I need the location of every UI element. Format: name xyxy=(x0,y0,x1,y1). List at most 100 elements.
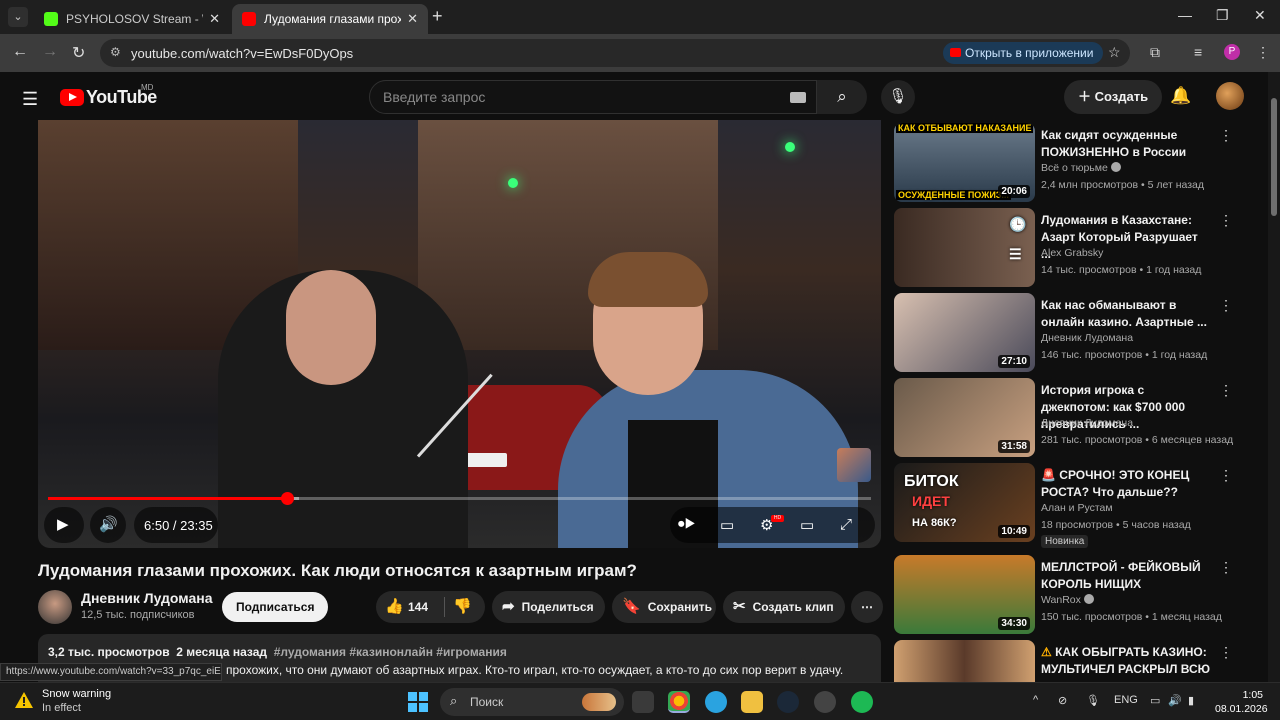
video-thumbnail[interactable]: 27:10 xyxy=(894,293,1035,372)
recommendation-item[interactable]: 27:10 Как нас обманывают в онлайн казино… xyxy=(894,293,1264,375)
scrollbar-thumb[interactable] xyxy=(1271,98,1277,216)
tab-search-menu-button[interactable]: ⌄ xyxy=(8,7,28,27)
recommendation-title[interactable]: МЕЛЛСТРОЙ - ФЕЙКОВЫЙ КОРОЛЬ НИЩИХ xyxy=(1041,559,1211,593)
more-options-icon[interactable]: ⋮ xyxy=(1219,382,1233,399)
create-button[interactable]: ＋ Создать xyxy=(1064,80,1163,114)
spotify-app-icon[interactable] xyxy=(851,691,873,713)
video-thumbnail[interactable] xyxy=(894,640,1035,682)
display-icon[interactable]: ▭ xyxy=(1150,694,1160,707)
recommendation-channel[interactable]: Дневник Лудомана xyxy=(1041,332,1133,344)
more-options-icon[interactable]: ⋮ xyxy=(1219,212,1233,229)
windows-start-button[interactable] xyxy=(408,692,428,712)
youtube-logo[interactable]: YouTube MD xyxy=(60,83,157,108)
file-explorer-icon[interactable] xyxy=(741,691,763,713)
reload-icon[interactable]: ↻ xyxy=(72,43,85,63)
account-avatar[interactable] xyxy=(1216,82,1244,110)
play-button[interactable]: ▶ xyxy=(44,507,84,543)
video-thumbnail[interactable]: БИТОК ИДЕТ НА 86К? 10:49 xyxy=(894,463,1035,542)
recommendation-channel[interactable]: Дневник Лудомана xyxy=(1041,417,1133,429)
volume-button[interactable]: 🔊 xyxy=(90,507,126,543)
media-controls-icon[interactable]: ≡ xyxy=(1194,44,1202,60)
video-thumbnail[interactable]: 31:58 xyxy=(894,378,1035,457)
language-indicator[interactable]: ENG xyxy=(1114,694,1138,706)
add-to-queue-icon[interactable]: ☰ xyxy=(1009,246,1022,263)
search-input[interactable]: Введите запрос xyxy=(369,80,817,114)
channel-watermark[interactable] xyxy=(837,448,871,482)
recommendation-title[interactable]: 🚨 СРОЧНО! ЭТО КОНЕЦ РОСТА? Что дальше?? xyxy=(1041,467,1211,501)
battery-icon[interactable]: ▮ xyxy=(1188,694,1194,707)
page-scrollbar[interactable] xyxy=(1268,72,1280,682)
hashtags[interactable]: #лудомания #казинонлайн #игромания xyxy=(274,645,507,659)
more-options-icon[interactable]: ⋮ xyxy=(1219,127,1233,144)
more-options-icon[interactable]: ⋮ xyxy=(1219,559,1233,576)
notifications-bell-icon[interactable]: 🔔 xyxy=(1170,86,1191,106)
browser-tab-2[interactable]: Лудомания глазами прохожих ✕ xyxy=(232,4,428,34)
volume-tray-icon[interactable]: 🔊 xyxy=(1168,694,1182,707)
new-tab-button[interactable]: + xyxy=(432,6,443,27)
watch-later-clock-icon[interactable]: 🕒 xyxy=(1009,216,1026,233)
autoplay-toggle-icon[interactable]: ⏺▶ xyxy=(678,516,696,532)
bookmark-star-icon[interactable]: ☆ xyxy=(1108,44,1121,61)
more-options-icon[interactable]: ⋮ xyxy=(1219,467,1233,484)
recommendation-channel[interactable]: Alex Grabsky xyxy=(1041,247,1103,259)
site-info-icon[interactable]: ⚙ xyxy=(110,45,121,59)
save-button[interactable]: 🔖 Сохранить xyxy=(612,591,716,623)
back-arrow-icon[interactable]: ← xyxy=(12,43,28,61)
microphone-tray-icon[interactable]: 🎙 xyxy=(1086,694,1100,707)
recommendation-item[interactable]: 31:58 История игрока с джекпотом: как $7… xyxy=(894,378,1264,460)
url-text[interactable]: youtube.com/watch?v=EwDsF0DyOps xyxy=(131,46,353,61)
video-thumbnail[interactable]: 34:30 xyxy=(894,555,1035,634)
fullscreen-icon[interactable]: ⤢ xyxy=(840,516,852,533)
recommendation-item[interactable]: ⚠ КАК ОБЫГРАТЬ КАЗИНО: МУЛЬТИЧЕЛ РАСКРЫЛ… xyxy=(894,640,1264,682)
browser-tab-1[interactable]: PSYHOLOSOV Stream - Watch L ✕ xyxy=(34,4,230,34)
menu-hamburger-icon[interactable]: ☰ xyxy=(22,89,38,110)
channel-avatar[interactable] xyxy=(38,590,72,624)
recommendation-title[interactable]: ⚠ КАК ОБЫГРАТЬ КАЗИНО: МУЛЬТИЧЕЛ РАСКРЫЛ… xyxy=(1041,644,1211,682)
subtitles-icon[interactable]: ▭ xyxy=(720,516,734,534)
recommendation-channel[interactable]: Всё о тюрьме xyxy=(1041,162,1121,174)
task-view-icon[interactable] xyxy=(632,691,654,713)
recommendation-item[interactable]: БИТОК ИДЕТ НА 86К? 10:49 🚨 СРОЧНО! ЭТО К… xyxy=(894,463,1264,548)
video-thumbnail[interactable]: 🕒 ☰ xyxy=(894,208,1035,287)
theater-mode-icon[interactable]: ▭ xyxy=(800,516,814,534)
system-clock[interactable]: 1:05 08.01.2026 xyxy=(1215,688,1268,716)
more-options-icon[interactable]: ⋮ xyxy=(1219,297,1233,314)
recommendation-item[interactable]: КАК ОТБЫВАЮТ НАКАЗАНИЕ ОСУЖДЕННЫЕ ПОЖИЗ.… xyxy=(894,123,1264,205)
recommendation-channel[interactable]: Алан и Рустам xyxy=(1041,502,1113,514)
steam-app-icon[interactable] xyxy=(777,691,799,713)
browser-menu-icon[interactable]: ⋮ xyxy=(1256,44,1270,61)
scrubber-knob[interactable] xyxy=(280,492,294,505)
minimize-window-button[interactable]: — xyxy=(1178,7,1192,23)
forward-arrow-icon[interactable]: → xyxy=(42,43,58,61)
like-button[interactable]: 👍 xyxy=(385,591,404,623)
share-button[interactable]: ➦ Поделиться xyxy=(492,591,605,623)
recommendation-item[interactable]: 🕒 ☰ Лудомания в Казахстане: Азарт Которы… xyxy=(894,208,1264,290)
chrome-app-icon[interactable] xyxy=(668,691,690,713)
recommendation-item[interactable]: 34:30 МЕЛЛСТРОЙ - ФЕЙКОВЫЙ КОРОЛЬ НИЩИХ … xyxy=(894,555,1264,637)
video-player[interactable]: ▶ 🔊 6:50 / 23:35 ⏺▶ ▭ ⚙ HD ▭ ⤢ xyxy=(38,120,881,548)
recommendation-title[interactable]: Как нас обманывают в онлайн казино. Азар… xyxy=(1041,297,1211,331)
search-button[interactable]: ⌕ xyxy=(817,80,867,114)
subscribe-button[interactable]: Подписаться xyxy=(222,592,329,622)
voice-search-button[interactable]: 🎙 xyxy=(881,80,915,114)
extensions-icon[interactable]: ⧉ xyxy=(1150,44,1160,61)
maximize-window-button[interactable]: ❐ xyxy=(1216,7,1229,24)
close-tab-icon[interactable]: ✕ xyxy=(407,11,418,27)
obs-app-icon[interactable] xyxy=(814,691,836,713)
recommendation-channel[interactable]: WanRox xyxy=(1041,594,1094,606)
telegram-app-icon[interactable] xyxy=(705,691,727,713)
recommendation-title[interactable]: Как сидят осужденные ПОЖИЗНЕННО в России xyxy=(1041,127,1211,161)
close-tab-icon[interactable]: ✕ xyxy=(209,11,220,27)
channel-name[interactable]: Дневник Лудомана xyxy=(81,590,213,606)
progress-bar[interactable] xyxy=(48,492,871,505)
network-off-icon[interactable]: ⊘ xyxy=(1058,694,1067,707)
video-thumbnail[interactable]: КАК ОТБЫВАЮТ НАКАЗАНИЕ ОСУЖДЕННЫЕ ПОЖИЗ.… xyxy=(894,123,1035,202)
close-window-button[interactable]: ✕ xyxy=(1254,7,1266,24)
more-options-icon[interactable]: ⋮ xyxy=(1219,644,1233,661)
clip-button[interactable]: ✂ Создать клип xyxy=(723,591,845,623)
dislike-button[interactable]: 👎 xyxy=(453,591,472,623)
taskbar-search[interactable]: ⌕ Поиск xyxy=(440,688,624,716)
show-hidden-icons-chevron-icon[interactable]: ^ xyxy=(1033,694,1038,706)
keyboard-icon[interactable] xyxy=(790,92,806,103)
more-actions-button[interactable]: ⋯ xyxy=(851,591,883,623)
